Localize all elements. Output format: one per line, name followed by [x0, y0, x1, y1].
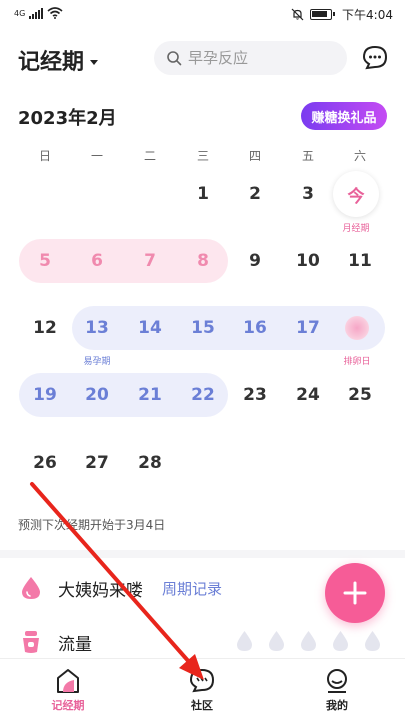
fertile-note: 易孕期	[83, 357, 111, 367]
mute-bell-icon	[291, 8, 304, 21]
calendar-day[interactable]: 12	[19, 308, 71, 348]
calendar-day[interactable]: 21	[124, 375, 176, 415]
weekday-label: 六	[353, 149, 366, 163]
pad-icon	[23, 631, 39, 653]
tab-community[interactable]: 社区	[162, 667, 242, 713]
add-record-button[interactable]	[325, 563, 385, 623]
weekday-label: 五	[301, 149, 314, 163]
tab-label: 记经期	[51, 699, 85, 712]
profile-icon	[327, 669, 347, 693]
wifi-icon	[47, 7, 63, 19]
search-input[interactable]	[188, 49, 328, 67]
calendar-day[interactable]: 19	[19, 375, 71, 415]
chat-bubble-icon	[189, 668, 215, 693]
calendar-day[interactable]: 14	[124, 308, 176, 348]
weekday-label: 三	[196, 149, 209, 163]
tab-mine[interactable]: 我的	[297, 667, 377, 713]
flow-drop-icon[interactable]	[332, 630, 349, 652]
search-bar[interactable]	[154, 41, 347, 75]
flow-drop-icon[interactable]	[268, 630, 285, 652]
bottom-tab-bar: 记经期 社区 我的	[0, 658, 405, 720]
calendar-day[interactable]: 6	[71, 241, 123, 281]
plus-icon	[343, 581, 367, 605]
weekday-label: 二	[143, 149, 156, 163]
tab-label: 社区	[191, 699, 213, 712]
month-row: 2023年2月 赚糖换礼品	[0, 100, 405, 132]
cycle-record-link[interactable]: 周期记录	[162, 578, 222, 599]
today-note: 月经期	[342, 224, 370, 234]
mode-selector[interactable]: 记经期	[18, 44, 99, 76]
calendar-day[interactable]: 7	[124, 241, 176, 281]
home-period-icon	[57, 669, 79, 693]
today-marker[interactable]: 今	[333, 171, 379, 217]
page-title: 记经期	[18, 50, 85, 75]
weekday-label: 一	[90, 149, 103, 163]
tab-label: 我的	[326, 699, 348, 712]
calendar-day[interactable]: 27	[71, 443, 123, 483]
calendar-day[interactable]: 10	[282, 241, 334, 281]
month-label[interactable]: 2023年2月	[18, 104, 117, 130]
weekday-header: 日一二三四五六	[0, 147, 405, 163]
calendar-day[interactable]: 13	[71, 308, 123, 348]
signal-icon	[29, 7, 44, 19]
calendar-day[interactable]: 11	[334, 241, 386, 281]
flow-drop-icon[interactable]	[300, 630, 317, 652]
flow-row: 流量	[0, 622, 405, 662]
calendar-day[interactable]: 3	[282, 174, 334, 214]
calendar-day[interactable]: 24	[282, 375, 334, 415]
network-label: 4G	[14, 8, 26, 18]
calendar-day[interactable]: 26	[19, 443, 71, 483]
calendar-day[interactable]: 17	[282, 308, 334, 348]
caret-down-icon	[90, 59, 99, 65]
next-period-prediction: 预测下次经期开始于3月4日	[18, 518, 166, 532]
calendar-day[interactable]: 8	[177, 241, 229, 281]
earn-candy-gift-button[interactable]: 赚糖换礼品	[301, 102, 387, 130]
calendar-day[interactable]: 5	[19, 241, 71, 281]
section-divider	[0, 550, 405, 558]
calendar-day[interactable]: 1	[177, 174, 229, 214]
flow-level-selector[interactable]	[236, 630, 381, 652]
weekday-label: 日	[38, 149, 51, 163]
calendar-day[interactable]: 16	[229, 308, 281, 348]
tab-period[interactable]: 记经期	[28, 667, 108, 713]
weekday-label: 四	[248, 149, 261, 163]
drop-icon	[22, 577, 40, 599]
calendar-day[interactable]: 15	[177, 308, 229, 348]
calendar-day[interactable]: 20	[71, 375, 123, 415]
calendar-day[interactable]: 25	[334, 375, 386, 415]
flow-drop-icon[interactable]	[236, 630, 253, 652]
calendar-day[interactable]: 9	[229, 241, 281, 281]
flow-drop-icon[interactable]	[364, 630, 381, 652]
calendar-day[interactable]: 22	[177, 375, 229, 415]
flow-label: 流量	[58, 635, 92, 655]
calendar-day[interactable]: 28	[124, 443, 176, 483]
ovulation-note: 排卵日	[343, 357, 371, 367]
calendar-day[interactable]: 23	[229, 375, 281, 415]
battery-icon	[310, 9, 336, 20]
calendar-day[interactable]: 2	[229, 174, 281, 214]
ovulation-day-marker[interactable]	[345, 316, 369, 340]
app-header: 记经期	[0, 38, 405, 82]
message-icon[interactable]	[361, 44, 389, 72]
period-status-label: 大姨妈来喽	[58, 581, 143, 601]
status-bar: 4G 下午4:04	[0, 0, 405, 30]
search-icon	[167, 51, 182, 66]
clock: 下午4:04	[342, 8, 393, 22]
